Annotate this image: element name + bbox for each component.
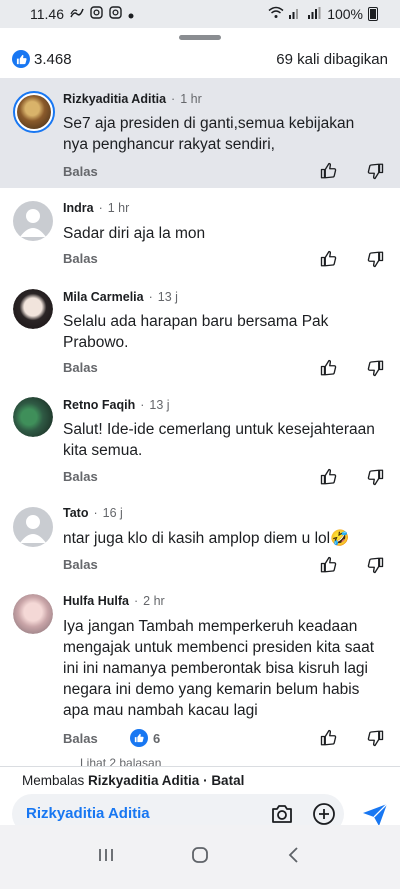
comment-text: Salut! Ide-ide cemerlang untuk kesejahte… <box>63 421 375 459</box>
comment-header: Hulfa Hulfa · 2 hr <box>63 594 165 608</box>
post-summary: 3.468 69 kali dibagikan <box>0 44 400 74</box>
status-time: 11.46 <box>30 6 64 22</box>
comments-sheet: 3.468 69 kali dibagikan Rizkyaditia Adit… <box>0 28 400 825</box>
like-count: 3.468 <box>34 50 72 68</box>
reply-button[interactable]: Balas <box>63 731 98 746</box>
reply-button[interactable]: Balas <box>63 557 98 572</box>
comment-author[interactable]: Rizkyaditia Aditia <box>63 92 166 106</box>
comment-text: Iya jangan Tambah memperkeruh keadaan me… <box>63 618 375 719</box>
instagram-icon <box>90 6 103 22</box>
comment-header: Mila Carmelia · 13 j <box>63 290 178 304</box>
comment-text: ntar juga klo di kasih amplop diem u lol… <box>63 530 350 547</box>
replying-separator: · <box>199 773 212 788</box>
reply-composer: Membalas Rizkyaditia Aditia · Batal Rizk… <box>0 766 400 825</box>
signal-wave-icon <box>70 7 84 22</box>
avatar[interactable] <box>13 397 53 437</box>
dot-icon <box>128 6 134 22</box>
comment-item: Rizkyaditia Aditia · 1 hr Se7 aja presid… <box>0 78 400 188</box>
comment-text: Se7 aja presiden di ganti,semua kebijaka… <box>63 115 355 153</box>
comment-header: Rizkyaditia Aditia · 1 hr <box>63 92 202 106</box>
avatar[interactable] <box>13 289 53 329</box>
recent-apps-icon[interactable] <box>97 846 115 869</box>
thumbs-down-icon[interactable] <box>366 468 386 488</box>
share-count[interactable]: 69 kali dibagikan <box>276 51 388 68</box>
comment-author[interactable]: Retno Faqih <box>63 398 135 412</box>
thumbs-up-icon[interactable] <box>320 729 340 749</box>
avatar[interactable] <box>13 594 53 634</box>
reply-button[interactable]: Balas <box>63 360 98 375</box>
like-icon <box>12 50 30 68</box>
thumbs-up-icon[interactable] <box>320 250 340 270</box>
comment-time: 1 hr <box>180 92 202 106</box>
comment-header: Retno Faqih · 13 j <box>63 398 170 412</box>
cell-signal-icon <box>308 6 322 22</box>
thumbs-up-icon[interactable] <box>320 162 340 182</box>
cell-signal-icon <box>289 6 303 22</box>
like-summary[interactable]: 3.468 <box>12 50 72 68</box>
system-nav-bar <box>0 825 400 889</box>
camera-icon[interactable] <box>270 803 294 825</box>
add-icon[interactable] <box>312 802 336 825</box>
thumbs-down-icon[interactable] <box>366 162 386 182</box>
comment-header: Tato · 16 j <box>63 506 123 520</box>
comment-text: Sadar diri aja la mon <box>63 225 206 242</box>
status-right: 100% <box>268 6 378 22</box>
status-bar: 11.46 100% <box>0 0 400 28</box>
comment-time: 13 j <box>157 290 178 304</box>
send-icon[interactable] <box>362 803 388 825</box>
sheet-grabber[interactable] <box>179 35 221 40</box>
replying-to: Membalas Rizkyaditia Aditia · Batal <box>22 773 244 788</box>
comment-input[interactable]: Rizkyaditia Aditia <box>12 794 344 825</box>
thumbs-down-icon[interactable] <box>366 729 386 749</box>
comment-author[interactable]: Indra <box>63 201 94 215</box>
comment-time: 16 j <box>102 506 123 520</box>
reaction-count-value: 6 <box>153 730 161 746</box>
comment-time: 13 j <box>149 398 170 412</box>
comment-item: Indra · 1 hr Sadar diri aja la mon Balas <box>0 188 400 278</box>
reply-button[interactable]: Balas <box>63 164 98 179</box>
avatar[interactable] <box>13 507 53 547</box>
comment-time: 1 hr <box>107 201 130 215</box>
instagram-icon <box>109 6 122 22</box>
thumbs-up-icon[interactable] <box>320 359 340 379</box>
thumbs-down-icon[interactable] <box>366 250 386 270</box>
reaction-count[interactable]: 6 <box>130 729 160 747</box>
comment-author[interactable]: Tato <box>63 506 88 520</box>
replying-target: Rizkyaditia Aditia <box>88 773 200 788</box>
thumbs-down-icon[interactable] <box>366 359 386 379</box>
battery-icon <box>368 7 378 21</box>
comment-header: Indra · 1 hr <box>63 201 130 215</box>
avatar[interactable] <box>13 201 53 241</box>
comment-item: Mila Carmelia · 13 j Selalu ada harapan … <box>0 278 400 388</box>
thumbs-up-icon[interactable] <box>320 468 340 488</box>
thumbs-down-icon[interactable] <box>366 556 386 576</box>
wifi-icon <box>268 6 284 22</box>
avatar[interactable] <box>13 91 55 133</box>
status-left: 11.46 <box>30 6 134 22</box>
comment-item: Tato · 16 j ntar juga klo di kasih amplo… <box>0 498 400 588</box>
comment-item: Retno Faqih · 13 j Salut! Ide-ide cemerl… <box>0 388 400 498</box>
back-icon[interactable] <box>285 846 303 869</box>
comment-author[interactable]: Hulfa Hulfa <box>63 594 129 608</box>
battery-level: 100% <box>327 6 363 22</box>
like-icon <box>130 729 148 747</box>
reply-button[interactable]: Balas <box>63 251 98 266</box>
mention-tag: Rizkyaditia Aditia <box>26 805 150 822</box>
cancel-reply-button[interactable]: Batal <box>211 773 244 788</box>
home-icon[interactable] <box>190 845 210 870</box>
comment-time: 2 hr <box>143 594 165 608</box>
comment-author[interactable]: Mila Carmelia <box>63 290 144 304</box>
comment-item: Hulfa Hulfa · 2 hr Iya jangan Tambah mem… <box>0 588 400 766</box>
comment-text: Selalu ada harapan baru bersama Pak Prab… <box>63 313 329 351</box>
thumbs-up-icon[interactable] <box>320 556 340 576</box>
replying-prefix: Membalas <box>22 773 89 788</box>
reply-button[interactable]: Balas <box>63 469 98 484</box>
